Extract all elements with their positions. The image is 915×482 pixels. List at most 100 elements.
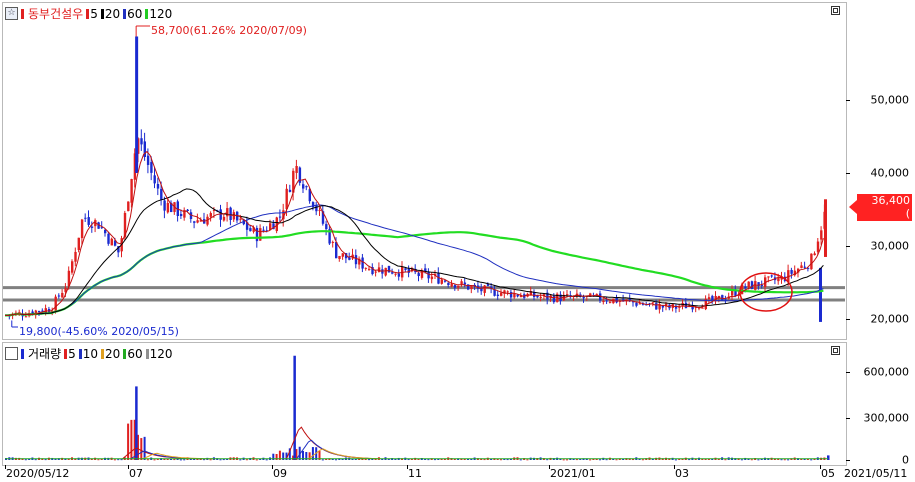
candle-body bbox=[453, 285, 457, 288]
candle-body bbox=[166, 203, 170, 213]
candle-body bbox=[295, 165, 298, 173]
right-edge-bar bbox=[819, 267, 822, 322]
x-label-07: 07 bbox=[129, 467, 143, 480]
candle-body bbox=[539, 296, 542, 298]
candle-body bbox=[655, 303, 658, 310]
candle-body bbox=[374, 271, 377, 273]
volume-bar bbox=[321, 459, 324, 461]
y-label-20000: 20,000 bbox=[870, 312, 910, 326]
volume-bar bbox=[566, 459, 568, 461]
candle-body bbox=[222, 216, 226, 221]
candle-body bbox=[384, 267, 387, 276]
candle-body bbox=[810, 253, 813, 270]
candle-body bbox=[440, 279, 443, 284]
vol-label-600000: 600,000 bbox=[863, 365, 910, 379]
candle-body bbox=[460, 281, 463, 285]
volume-bar bbox=[562, 459, 565, 461]
candle-body bbox=[443, 280, 447, 282]
candle-body bbox=[107, 233, 110, 244]
candle-body bbox=[146, 155, 150, 165]
volume-bar bbox=[780, 459, 783, 461]
volume-bar bbox=[24, 459, 27, 461]
candle-body bbox=[354, 255, 358, 265]
volume-bar bbox=[113, 459, 116, 461]
volume-bar bbox=[153, 459, 156, 461]
volume-bar bbox=[605, 459, 608, 461]
candle-body bbox=[302, 184, 305, 189]
volume-bar bbox=[724, 459, 727, 461]
candle-body bbox=[417, 273, 420, 277]
candle-body bbox=[179, 213, 183, 217]
candle-body bbox=[104, 230, 107, 234]
candle-body bbox=[364, 267, 368, 269]
candle-body bbox=[74, 251, 77, 262]
candle-body bbox=[397, 273, 401, 277]
candle-body bbox=[608, 301, 612, 303]
x-label-03: 03 bbox=[675, 467, 689, 480]
x-label-09: 09 bbox=[273, 467, 287, 480]
candle-body bbox=[255, 227, 259, 242]
volume-bar bbox=[674, 459, 677, 461]
candle-body bbox=[335, 242, 338, 259]
candle-body bbox=[638, 303, 641, 305]
volume-bar bbox=[641, 459, 644, 461]
volume-bar bbox=[209, 459, 212, 461]
candle-body bbox=[229, 207, 232, 220]
candle-body bbox=[315, 205, 318, 212]
candle-body bbox=[127, 201, 130, 212]
x-label-start: 2020/05/12 bbox=[6, 467, 70, 480]
candle-body bbox=[803, 266, 806, 268]
candle-body bbox=[483, 285, 486, 293]
candle-body bbox=[262, 229, 265, 231]
candle-body bbox=[239, 218, 242, 220]
ma120-line bbox=[5, 230, 824, 317]
candle-body bbox=[813, 253, 816, 256]
candle-body bbox=[767, 276, 770, 278]
y-label-40000: 40,000 bbox=[870, 166, 910, 180]
volume-bar bbox=[179, 459, 182, 461]
candle-body bbox=[770, 275, 773, 277]
candle-body bbox=[605, 300, 608, 302]
candle-body bbox=[701, 307, 704, 309]
price-y-axis: 50,000 40,000 30,000 20,000 bbox=[846, 2, 915, 338]
candle-body bbox=[800, 265, 803, 269]
volume-bar bbox=[740, 459, 743, 461]
candle-body bbox=[80, 219, 84, 239]
volume-bar bbox=[239, 459, 242, 461]
candle-body bbox=[678, 306, 681, 308]
candle-body bbox=[684, 302, 688, 309]
candle-body bbox=[341, 253, 344, 257]
candle-body bbox=[196, 220, 199, 223]
candle-body bbox=[318, 209, 321, 211]
candle-body bbox=[506, 291, 509, 293]
candle-body bbox=[566, 294, 569, 296]
candle-body bbox=[288, 189, 292, 192]
volume-bar bbox=[810, 459, 813, 461]
volume-bar bbox=[546, 459, 549, 461]
candle-body bbox=[430, 276, 434, 280]
volume-bar bbox=[787, 459, 790, 461]
candle-body bbox=[368, 268, 371, 270]
x-label-05: 05 bbox=[821, 467, 835, 480]
volume-y-axis: 600,000 300,000 0 bbox=[846, 342, 915, 467]
x-label-11: 11 bbox=[408, 467, 422, 480]
candle-body bbox=[331, 241, 335, 243]
candle-body bbox=[387, 265, 391, 273]
volume-spike bbox=[827, 455, 830, 460]
high-candle bbox=[135, 36, 139, 173]
volume-bar bbox=[34, 459, 37, 461]
candle-body bbox=[209, 213, 212, 217]
candle-body bbox=[87, 217, 90, 225]
candle-body bbox=[777, 278, 780, 282]
chart-canvas bbox=[3, 25, 845, 461]
candle-body bbox=[635, 302, 638, 306]
x-axis: 2020/05/12 07 09 11 2021/01 03 05 2021/0… bbox=[2, 465, 915, 482]
volume-bar bbox=[120, 459, 123, 461]
volume-bar bbox=[97, 459, 100, 461]
volume-bar bbox=[615, 459, 618, 461]
candle-body bbox=[500, 292, 503, 296]
volume-bar bbox=[265, 459, 268, 461]
candle-body bbox=[820, 230, 823, 240]
volume-bar bbox=[750, 459, 753, 461]
candle-body bbox=[651, 302, 655, 304]
